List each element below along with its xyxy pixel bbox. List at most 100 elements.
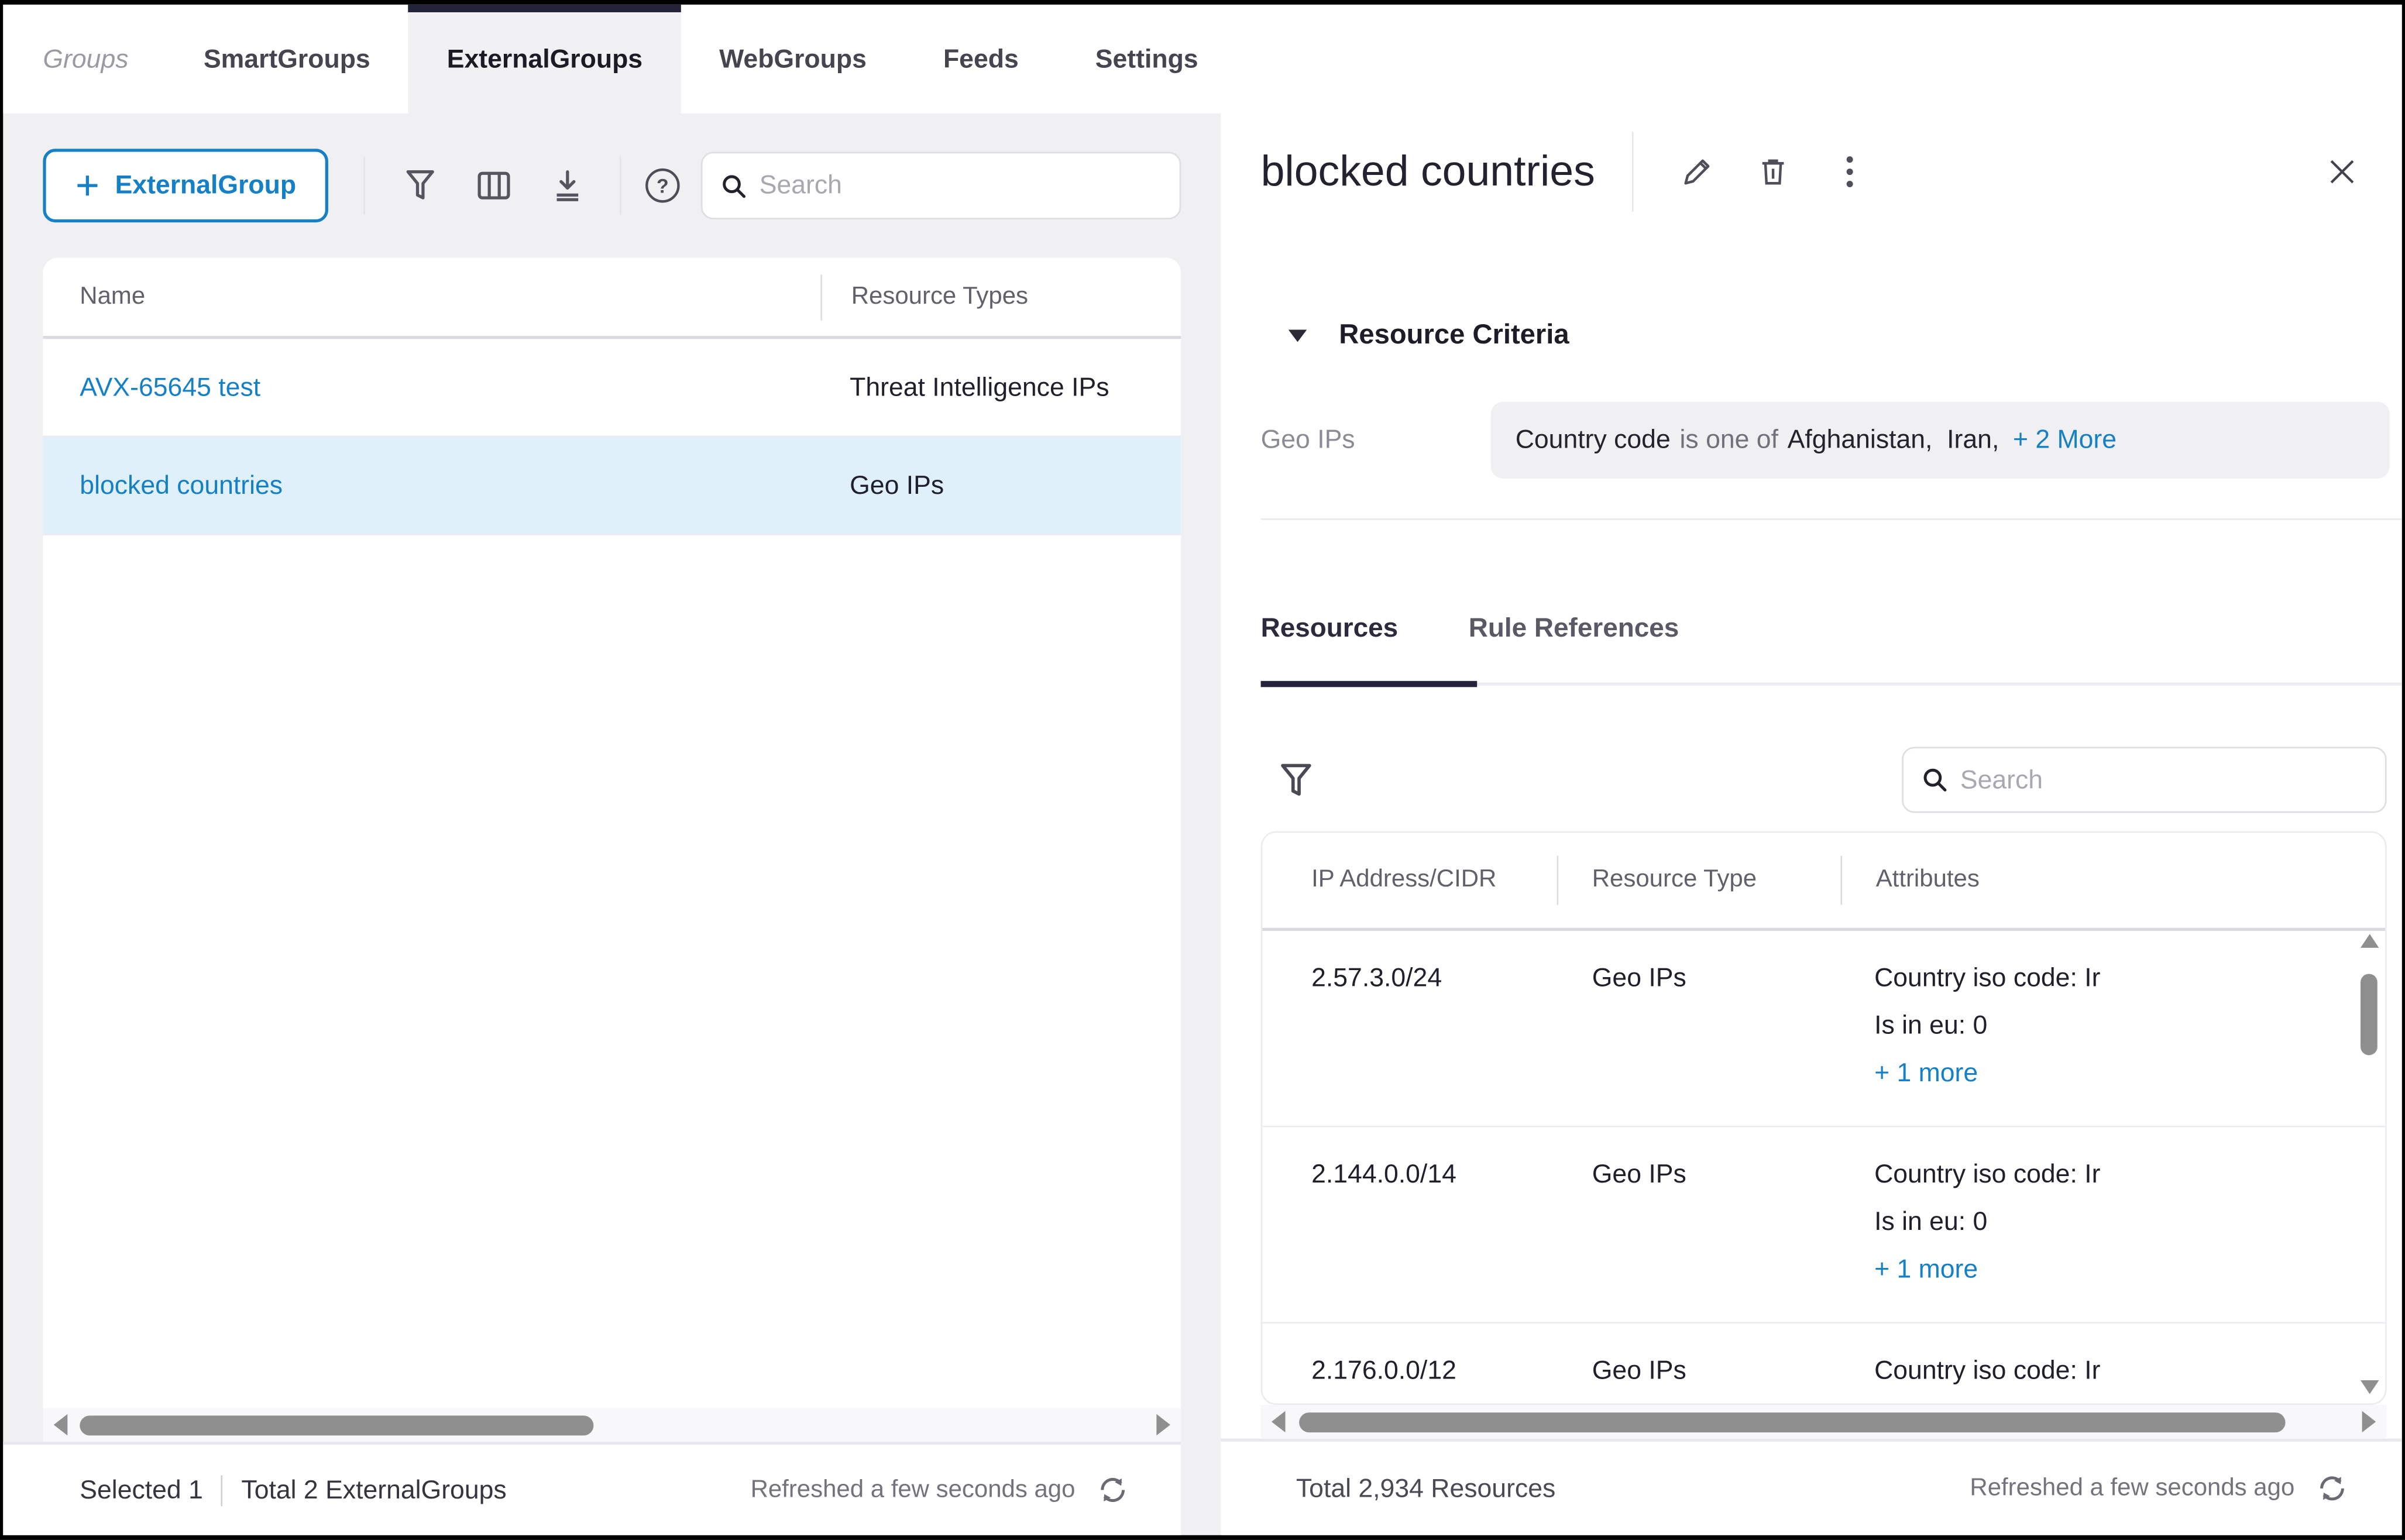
column-header-name[interactable]: Name — [43, 283, 820, 311]
delete-icon[interactable] — [1756, 154, 1790, 188]
top-tab-bar: Groups SmartGroups ExternalGroups WebGro… — [3, 5, 2402, 114]
columns-icon[interactable] — [476, 167, 513, 204]
help-icon[interactable]: ? — [644, 167, 681, 204]
scroll-right-arrow-icon[interactable] — [1156, 1414, 1170, 1436]
attributes-more-link[interactable]: + 1 more — [1874, 1245, 2100, 1292]
scrollbar-thumb[interactable] — [80, 1415, 593, 1435]
filter-icon[interactable] — [1279, 761, 1313, 798]
resource-type-cell: Geo IPs — [1557, 1346, 1840, 1405]
criteria-type-label: Geo IPs — [1261, 425, 1491, 455]
attribute-line: Country iso code: Ir — [1874, 1150, 2100, 1198]
toolbar-divider — [620, 156, 621, 215]
column-header-ip[interactable]: IP Address/CIDR — [1262, 867, 1557, 894]
scroll-left-arrow-icon[interactable] — [54, 1414, 68, 1436]
horizontal-scrollbar — [43, 1408, 1181, 1442]
edit-icon[interactable] — [1679, 154, 1713, 188]
detail-tabs: Resources Rule References — [1261, 606, 2402, 648]
plus-icon — [75, 173, 99, 198]
groups-status-bar: Selected 1 Total 2 ExternalGroups Refres… — [3, 1442, 1181, 1535]
selected-count: Selected 1 — [80, 1474, 203, 1505]
externalgroup-name-link[interactable]: blocked countries — [43, 470, 820, 500]
scrollbar-thumb[interactable] — [2361, 974, 2377, 1055]
resource-type-cell: Geo IPs — [1557, 1150, 1840, 1293]
tab-feeds[interactable]: Feeds — [905, 5, 1057, 114]
resource-criteria-section: Resource Criteria — [1261, 319, 2402, 351]
scroll-right-arrow-icon[interactable] — [2362, 1411, 2376, 1432]
groups-section-label: Groups — [43, 44, 128, 74]
refresh-icon[interactable] — [2316, 1472, 2348, 1504]
resource-types-cell: Geo IPs — [820, 470, 944, 500]
close-icon[interactable] — [2325, 154, 2359, 188]
tab-webgroups[interactable]: WebGroups — [681, 5, 905, 114]
vertical-scrollbar — [2361, 934, 2379, 1394]
attribute-line: Is in eu: 0 — [1874, 1394, 2100, 1405]
main-area: ExternalGroup — [3, 114, 2402, 1535]
detail-header: blocked countries — [1221, 114, 2401, 229]
toolbar-divider — [363, 156, 365, 215]
svg-text:?: ? — [657, 175, 669, 197]
more-actions-icon[interactable] — [1833, 154, 1867, 188]
refreshed-timestamp: Refreshed a few seconds ago — [751, 1476, 1076, 1504]
total-count: Total 2 ExternalGroups — [241, 1474, 506, 1505]
scroll-down-arrow-icon[interactable] — [2361, 1380, 2379, 1394]
ip-cidr-cell: 2.176.0.0/12 — [1262, 1346, 1557, 1405]
attribute-line: Is in eu: 0 — [1874, 1002, 2100, 1049]
horizontal-scrollbar — [1261, 1405, 2387, 1439]
externalgroups-table: Name Resource Types AVX-65645 test Threa… — [43, 257, 1181, 1442]
summary-divider — [221, 1474, 223, 1505]
create-externalgroup-button[interactable]: ExternalGroup — [43, 149, 328, 222]
scroll-up-arrow-icon[interactable] — [2361, 934, 2379, 948]
tab-externalgroups[interactable]: ExternalGroups — [408, 5, 681, 114]
scroll-left-arrow-icon[interactable] — [1272, 1411, 1286, 1432]
attributes-cell: Country iso code: Ir Is in eu: 0 + 1 mor… — [1840, 1150, 2100, 1293]
selection-summary: Selected 1 Total 2 ExternalGroups — [80, 1474, 506, 1505]
criteria-values: Afghanistan, Iran, — [1788, 425, 1999, 455]
groups-search-input[interactable] — [760, 170, 1162, 201]
column-header-resource-type[interactable]: Resource Type — [1558, 867, 1840, 894]
table-row-selected[interactable]: blocked countries Geo IPs — [43, 437, 1181, 535]
resource-types-cell: Threat Intelligence IPs — [820, 372, 1109, 403]
tab-settings[interactable]: Settings — [1057, 5, 1236, 114]
column-header-attributes[interactable]: Attributes — [1842, 867, 1980, 894]
criteria-row: Geo IPs Country code is one of Afghanist… — [1261, 402, 2390, 479]
resource-criteria-title: Resource Criteria — [1339, 319, 1569, 351]
criteria-expression: Country code is one of Afghanistan, Iran… — [1491, 402, 2390, 479]
externalgroup-name-link[interactable]: AVX-65645 test — [43, 372, 820, 403]
list-toolbar: ExternalGroup — [3, 114, 1181, 257]
section-divider — [1261, 518, 2402, 520]
search-icon — [1922, 767, 1948, 793]
refresh-icon[interactable] — [1097, 1474, 1129, 1506]
attribute-line: Country iso code: Ir — [1874, 954, 2100, 1001]
active-tab-indicator — [1261, 681, 1478, 687]
tab-resources[interactable]: Resources — [1261, 606, 1399, 648]
column-header-resource-types[interactable]: Resource Types — [822, 283, 1028, 311]
attributes-cell: Country iso code: Ir Is in eu: 0 — [1840, 1346, 2100, 1405]
panel-gap — [1181, 114, 1221, 1535]
externalgroup-detail-panel: blocked countries — [1221, 114, 2401, 1535]
resources-search-box — [1902, 747, 2386, 813]
tab-smartgroups[interactable]: SmartGroups — [165, 5, 408, 114]
refresh-status: Refreshed a few seconds ago — [751, 1474, 1129, 1506]
resource-row: 2.57.3.0/24 Geo IPs Country iso code: Ir… — [1262, 931, 2385, 1128]
ip-cidr-cell: 2.57.3.0/24 — [1262, 954, 1557, 1096]
header-divider — [1632, 131, 1634, 211]
resource-row: 2.176.0.0/12 Geo IPs Country iso code: I… — [1262, 1324, 2385, 1405]
ip-cidr-cell: 2.144.0.0/14 — [1262, 1150, 1557, 1293]
tab-rule-references[interactable]: Rule References — [1469, 606, 1679, 648]
groups-search-box — [701, 152, 1181, 219]
refresh-status: Refreshed a few seconds ago — [1970, 1472, 2348, 1504]
collapse-caret-icon[interactable] — [1289, 329, 1307, 341]
attribute-line: Country iso code: Ir — [1874, 1346, 2100, 1394]
table-row[interactable]: AVX-65645 test Threat Intelligence IPs — [43, 339, 1181, 437]
criteria-more-link[interactable]: + 2 More — [2013, 425, 2117, 455]
tabs-underline — [1261, 681, 2402, 687]
attributes-more-link[interactable]: + 1 more — [1874, 1049, 2100, 1096]
filter-icon[interactable] — [402, 167, 439, 204]
table-header-row: Name Resource Types — [43, 257, 1181, 336]
download-icon[interactable] — [549, 167, 586, 204]
screenshot-stage: Groups SmartGroups ExternalGroups WebGro… — [0, 0, 2405, 1540]
resources-search-input[interactable] — [1960, 765, 2367, 795]
resources-toolbar — [1261, 747, 2387, 813]
scrollbar-thumb[interactable] — [1299, 1412, 2285, 1432]
resources-header-row: IP Address/CIDR Resource Type Attributes — [1262, 833, 2385, 928]
